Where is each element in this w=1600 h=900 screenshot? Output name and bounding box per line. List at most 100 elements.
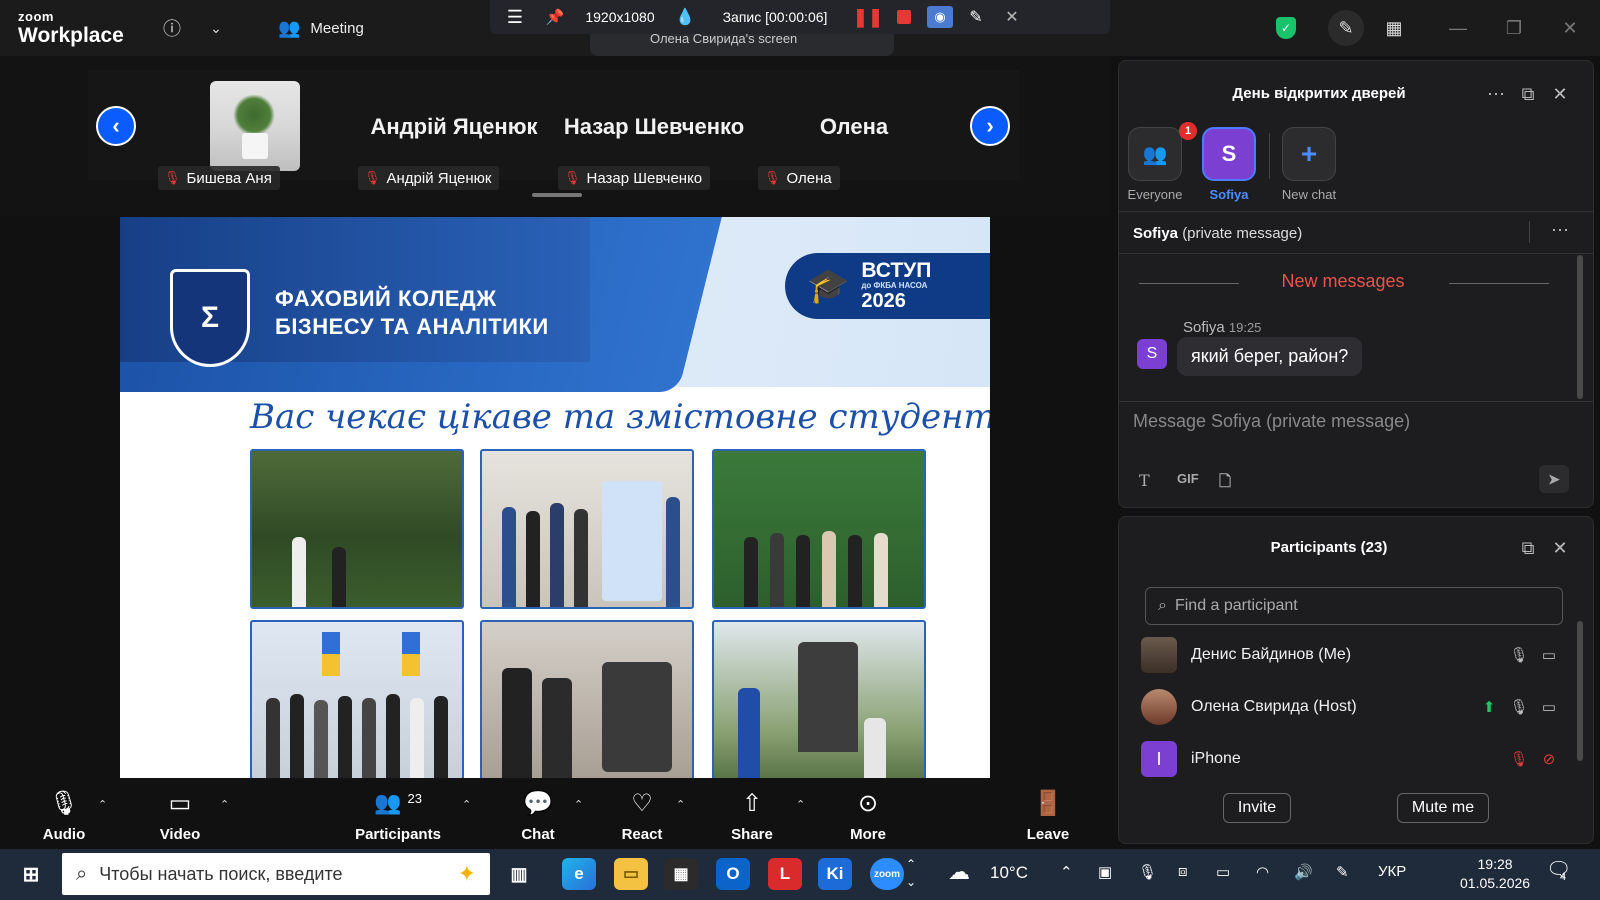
drop-icon[interactable]: 💧 [670, 0, 700, 34]
participant-search-input[interactable]: ⌕ Find a participant [1145, 587, 1563, 625]
outlook-icon[interactable]: O [716, 858, 750, 890]
next-page-button[interactable]: › [970, 106, 1010, 146]
screen-share-tab[interactable]: Олена Свирида's screen [590, 34, 894, 56]
microphone-icon[interactable]: 🎙 [1507, 695, 1531, 719]
more-options-icon[interactable]: ⋯ [1547, 217, 1573, 243]
participant-name: Олена Свирида (Host) [1191, 698, 1357, 715]
gif-button[interactable]: GIF [1177, 471, 1199, 486]
participant-name-tag: 🎙 Андрій Яценюк [358, 166, 500, 190]
video-tile[interactable]: Олена 🎙 Олена [756, 70, 952, 190]
pop-out-icon[interactable]: ⧉ [1515, 535, 1541, 561]
microphone-icon[interactable]: 🎙 [1507, 643, 1531, 667]
device-icon[interactable]: ▣ [1098, 863, 1112, 881]
college-title-line1: ФАХОВИЙ КОЛЕДЖ [275, 286, 497, 311]
participants-scrollbar[interactable] [1577, 621, 1583, 761]
participant-row[interactable]: I iPhone 🎙 ⊘ [1141, 741, 1561, 777]
strip-scroll-indicator[interactable] [532, 193, 582, 197]
video-tile[interactable]: 🎙 Бишева Аня [158, 70, 354, 190]
maximize-icon[interactable]: ❐ [1500, 14, 1528, 42]
video-camera-icon[interactable]: ▭ [1537, 695, 1561, 719]
pop-out-icon[interactable]: ⧉ [1515, 81, 1541, 107]
leave-button[interactable]: 🚪 Leave [1018, 788, 1078, 844]
react-options-caret-icon[interactable]: ⌃ [676, 798, 685, 811]
mute-me-button[interactable]: Mute me [1397, 793, 1489, 823]
audio-options-caret-icon[interactable]: ⌃ [98, 798, 107, 811]
participants-options-caret-icon[interactable]: ⌃ [462, 798, 471, 811]
annotate-icon[interactable]: ✎ [1328, 10, 1364, 46]
screen-record-icon[interactable]: ⧈ [1178, 863, 1188, 880]
speaker-icon[interactable]: 🔊 [1294, 863, 1313, 881]
video-camera-icon[interactable]: ▭ [1537, 643, 1561, 667]
prev-page-button[interactable]: ‹ [96, 106, 136, 146]
minimize-icon[interactable]: — [1444, 14, 1472, 42]
edge-browser-icon[interactable]: e [562, 858, 596, 890]
video-label: Video [159, 826, 201, 843]
task-view-icon[interactable]: ▥ [502, 858, 536, 890]
text-format-icon[interactable]: T [1139, 471, 1150, 490]
shield-icon[interactable]: ✓ [1272, 14, 1300, 42]
chat-tab-sofiya[interactable]: S Sofiya [1189, 127, 1269, 202]
zoom-app-icon[interactable]: zoom [870, 858, 904, 890]
pen-icon[interactable]: ✎ [958, 0, 994, 34]
l-app-icon[interactable]: L [768, 858, 802, 890]
admission-year: 2026 [861, 290, 906, 312]
close-panel-icon[interactable]: ✕ [1547, 81, 1573, 107]
send-icon[interactable]: ➤ [1539, 465, 1569, 493]
participant-row[interactable]: Олена Свирида (Host) ⬆ 🎙 ▭ [1141, 689, 1561, 725]
tray-overflow-icon[interactable]: ⌃ [1060, 863, 1073, 881]
chevron-down-icon[interactable]: ⌄ [202, 14, 230, 42]
notification-count: 4 [1560, 871, 1567, 883]
react-button[interactable]: ♡ React [612, 788, 672, 844]
file-explorer-icon[interactable]: ▭ [614, 858, 648, 890]
participants-button[interactable]: 👥 23 Participants [346, 788, 450, 843]
windows-start-icon[interactable]: ⊞ [14, 858, 48, 890]
pin-icon[interactable]: 📌 [540, 0, 570, 34]
audio-button[interactable]: 🎙 Audio [34, 788, 94, 844]
taskbar-clock[interactable]: 19:28 01.05.2026 [1460, 855, 1530, 893]
screen-share-icon[interactable]: ⬆ [1477, 695, 1501, 719]
camera-icon[interactable]: ◉ [922, 0, 958, 34]
video-button[interactable]: ▭ Video [150, 788, 210, 844]
meeting-menu[interactable]: 👥 Meeting [278, 18, 364, 39]
battery-icon[interactable]: ▭ [1216, 863, 1230, 881]
video-options-caret-icon[interactable]: ⌃ [220, 798, 229, 811]
microsoft-store-icon[interactable]: ▦ [664, 858, 698, 890]
pause-icon[interactable]: ❚❚ [850, 0, 886, 34]
message-bubble[interactable]: який берег, район? [1177, 337, 1363, 376]
wifi-icon[interactable]: ◠ [1256, 863, 1269, 881]
weather-temperature[interactable]: 10°C [990, 863, 1028, 883]
new-chat-button[interactable]: + New chat [1269, 127, 1349, 202]
apps-grid-icon[interactable]: ▦ [1380, 14, 1408, 42]
more-options-icon[interactable]: ⋯ [1483, 81, 1509, 107]
taskbar-scroll-icon[interactable]: ⌃ ⌄ [906, 855, 916, 891]
divider [1119, 401, 1593, 402]
share-button[interactable]: ⇧ Share [722, 788, 782, 844]
notifications-icon[interactable]: 🗨 4 [1546, 857, 1571, 883]
mic-muted-icon[interactable]: 🎙 [1507, 747, 1531, 771]
close-panel-icon[interactable]: ✕ [1547, 535, 1573, 561]
file-icon[interactable]: 🗋 [1219, 471, 1231, 496]
microphone-icon[interactable]: 🎙 [1138, 863, 1157, 881]
pen-icon[interactable]: ✎ [1336, 863, 1349, 881]
input-language[interactable]: УКР [1378, 863, 1406, 880]
window-close-icon[interactable]: ✕ [1556, 14, 1584, 42]
chat-tab-everyone[interactable]: 👥 1 Everyone [1115, 122, 1197, 202]
participant-row[interactable]: Денис Байдинов (Me) 🎙 ▭ [1141, 637, 1561, 673]
chat-button[interactable]: 💬 Chat [508, 788, 568, 844]
ki-app-icon[interactable]: Ki [818, 858, 852, 890]
video-tile[interactable]: Назар Шевченко 🎙 Назар Шевченко [556, 70, 752, 190]
info-icon[interactable]: ⓘ [158, 14, 186, 42]
chat-options-caret-icon[interactable]: ⌃ [574, 798, 583, 811]
stop-icon[interactable] [886, 0, 922, 34]
taskbar-search-input[interactable]: ⌕ Чтобы начать поиск, введите ✦ [62, 853, 490, 895]
more-button[interactable]: ⊙ More [838, 788, 898, 844]
video-off-icon[interactable]: ⊘ [1537, 747, 1561, 771]
menu-icon[interactable]: ☰ [490, 0, 540, 34]
invite-button[interactable]: Invite [1223, 793, 1291, 823]
zoom-window: zoom Workplace ⓘ ⌄ 👥 Meeting Олена Свири… [0, 0, 1600, 849]
close-icon[interactable]: ✕ [994, 0, 1030, 34]
chat-scrollbar[interactable] [1577, 255, 1583, 399]
video-tile[interactable]: Андрій Яценюк 🎙 Андрій Яценюк [356, 70, 552, 190]
share-options-caret-icon[interactable]: ⌃ [796, 798, 805, 811]
message-input[interactable]: Message Sofiya (private message) [1133, 411, 1410, 432]
